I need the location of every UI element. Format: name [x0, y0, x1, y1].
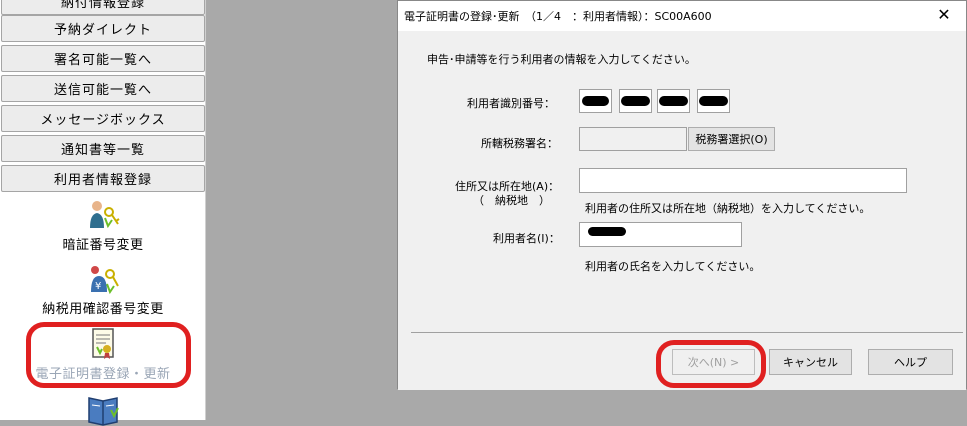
menu-button-notice-list[interactable]: 通知書等一覧 [1, 135, 205, 162]
footer-separator [411, 332, 963, 333]
tax-office-field [579, 127, 687, 151]
address-input[interactable] [579, 168, 907, 193]
close-icon[interactable]: ✕ [934, 5, 954, 24]
user-id-field-2[interactable] [619, 89, 652, 113]
dialog-titlebar: 電子証明書の登録･更新 （1／4 ：利用者情報）：SC00A600 ✕ [398, 1, 966, 31]
menu-button-message-box[interactable]: メッセージボックス [1, 105, 205, 132]
cancel-button[interactable]: キャンセル [769, 349, 852, 375]
user-id-field-1[interactable] [579, 89, 612, 113]
user-name-hint: 利用者の氏名を入力してください。 [585, 260, 761, 273]
dialog-title: 電子証明書の登録･更新 （1／4 ：利用者情報）：SC00A600 [404, 10, 712, 23]
menu-button-signable-list[interactable]: 署名可能一覧へ [1, 45, 205, 72]
book-icon [88, 397, 119, 426]
certificate-icon [92, 328, 114, 359]
user-name-label: 利用者名(I)： [493, 232, 560, 245]
tax-confirmation-number-label: 納税用確認番号変更 [42, 302, 164, 317]
user-name-input[interactable] [579, 222, 742, 247]
user-id-field-4[interactable] [697, 89, 730, 113]
svg-text:¥: ¥ [95, 281, 101, 292]
dialog-content: 申告･申請等を行う利用者の情報を入力してください。 利用者識別番号： 所轄税務署… [398, 31, 966, 390]
redaction-mark [582, 96, 609, 106]
address-sublabel: （ 納税地 ） [473, 194, 550, 207]
tax-office-label: 所轄税務署名： [481, 137, 558, 150]
pin-change-item[interactable]: 暗証番号変更 [0, 198, 206, 253]
tax-office-select-button[interactable]: 税務署選択(O) [688, 127, 775, 151]
book-item[interactable] [0, 392, 206, 426]
key-person-icon [90, 201, 120, 229]
certificate-registration-item[interactable]: 電子証明書登録・更新 [0, 327, 206, 382]
user-id-field-3[interactable] [657, 89, 690, 113]
certificate-dialog: 電子証明書の登録･更新 （1／4 ：利用者情報）：SC00A600 ✕ 申告･申… [397, 0, 967, 390]
redaction-mark [621, 96, 650, 106]
instruction-text: 申告･申請等を行う利用者の情報を入力してください。 [427, 53, 696, 66]
menu-button-user-registration[interactable]: 利用者情報登録 [1, 165, 205, 192]
next-button[interactable]: 次へ(N) > [672, 349, 755, 375]
address-hint: 利用者の住所又は所在地（納税地）を入力してください。 [585, 202, 871, 215]
redaction-mark [699, 96, 728, 106]
menu-button-payment-info[interactable]: 納付情報登録 [1, 0, 205, 15]
help-button[interactable]: ヘルプ [868, 349, 953, 375]
tax-confirmation-number-item[interactable]: ¥ 納税用確認番号変更 [0, 262, 206, 317]
menu-button-prepay-direct[interactable]: 予納ダイレクト [1, 15, 205, 42]
redaction-mark [659, 96, 688, 106]
key-yen-icon: ¥ [91, 266, 119, 295]
pin-change-label: 暗証番号変更 [62, 238, 144, 253]
user-id-label: 利用者識別番号： [467, 97, 555, 110]
certificate-registration-label: 電子証明書登録・更新 [35, 367, 171, 382]
left-menu-panel: 納付情報登録 予納ダイレクト 署名可能一覧へ 送信可能一覧へ メッセージボックス… [0, 0, 206, 426]
redaction-mark [588, 227, 626, 236]
menu-button-sendable-list[interactable]: 送信可能一覧へ [1, 75, 205, 102]
